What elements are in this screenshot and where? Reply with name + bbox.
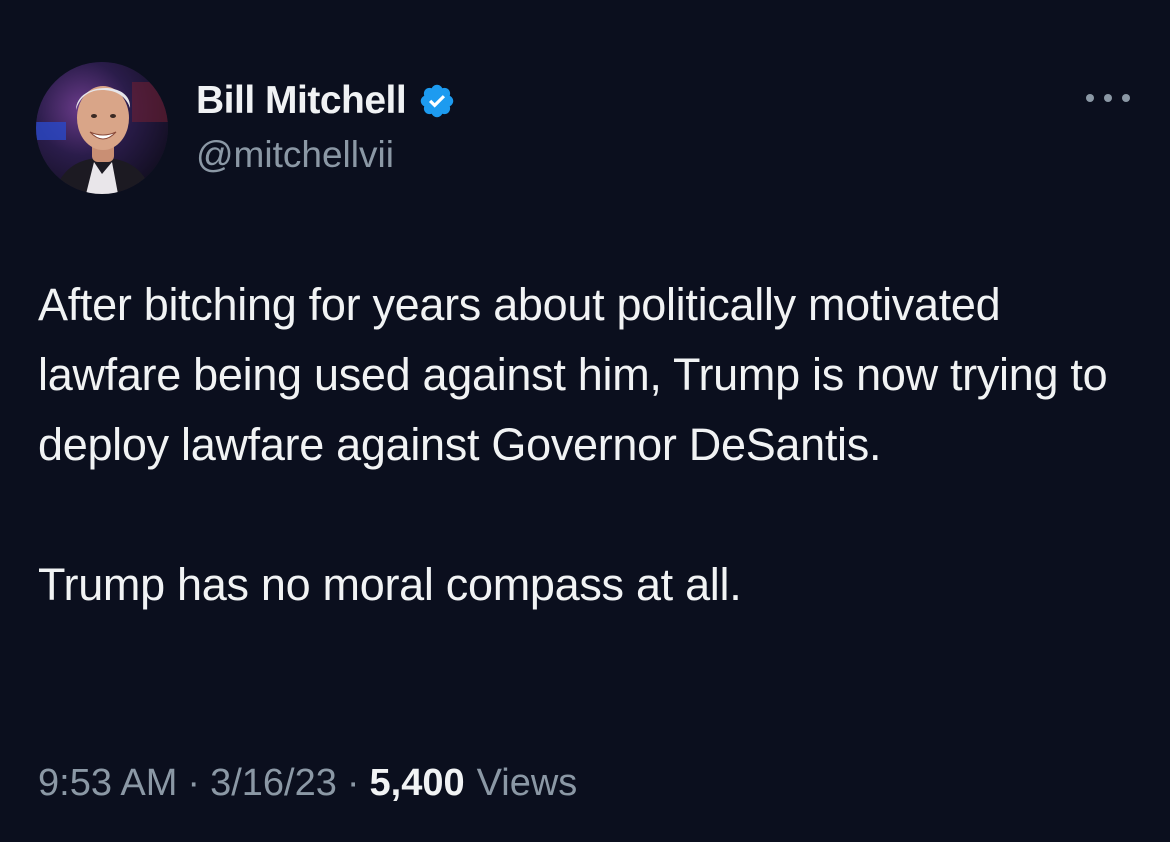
avatar[interactable] [36, 62, 168, 194]
tweet-paragraph: After bitching for years about political… [38, 279, 1108, 470]
separator: · [187, 762, 201, 804]
user-handle[interactable]: @mitchellvii [196, 134, 456, 176]
tweet-paragraph: Trump has no moral compass at all. [38, 559, 742, 610]
separator: · [346, 762, 360, 804]
tweet-date[interactable]: 3/16/23 [210, 762, 337, 805]
views-count: 5,400 [369, 762, 465, 804]
author-info: Bill Mitchell @mitchellvii [196, 76, 456, 176]
tweet-text: After bitching for years about political… [38, 270, 1138, 620]
tweet-card: Bill Mitchell @mitchellvii After bitchin… [0, 0, 1170, 842]
tweet-metadata: 9:53 AM · 3/16/23 · 5,400 Views [38, 762, 577, 805]
avatar-image [36, 62, 168, 194]
views-label[interactable]: Views [477, 762, 578, 805]
verified-badge-icon[interactable] [418, 82, 456, 120]
more-options-icon[interactable] [1086, 88, 1130, 108]
tweet-time[interactable]: 9:53 AM [38, 762, 177, 805]
display-name-row: Bill Mitchell [196, 76, 456, 126]
display-name[interactable]: Bill Mitchell [196, 79, 407, 123]
